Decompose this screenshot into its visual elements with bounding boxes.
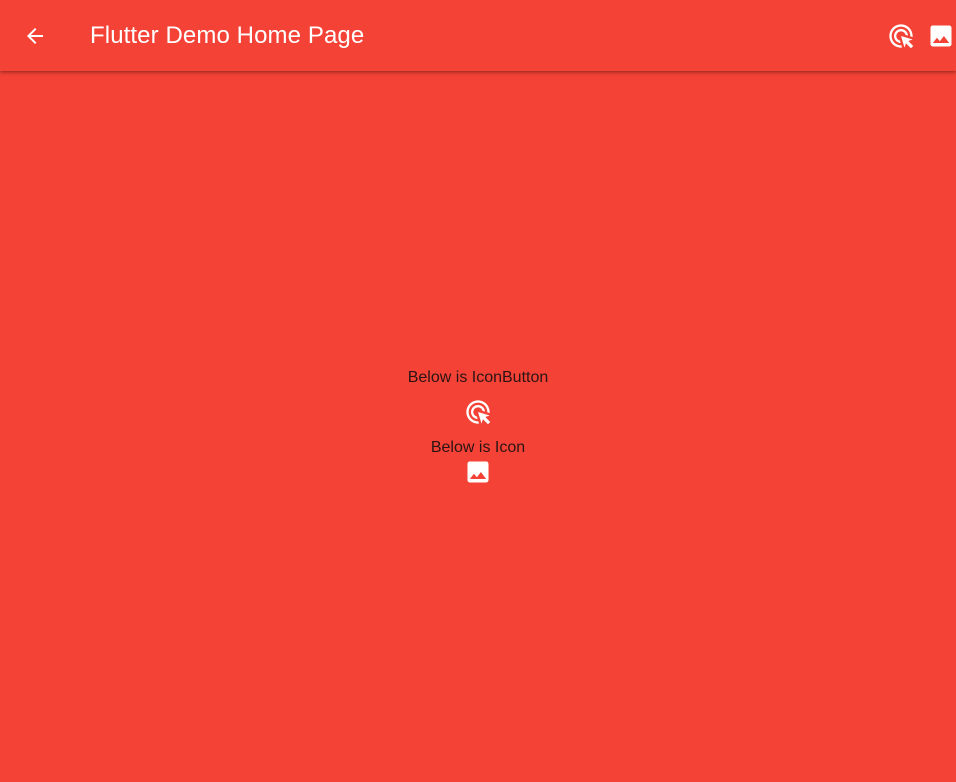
image-icon	[464, 458, 492, 486]
body-area	[0, 71, 956, 782]
center-icon-button[interactable]	[464, 398, 492, 426]
arrow-back-icon	[23, 24, 47, 48]
icon-button-caption: Below is IconButton	[407, 369, 549, 386]
ads-click-icon	[887, 22, 915, 50]
ads-click-action-button[interactable]	[886, 20, 916, 52]
icon-caption: Below is Icon	[430, 439, 526, 456]
back-button[interactable]	[14, 16, 56, 56]
center-image-icon-wrapper	[464, 458, 492, 486]
app-bar: Flutter Demo Home Page	[0, 0, 956, 71]
image-action-button[interactable]	[926, 20, 956, 52]
ads-click-icon	[464, 398, 492, 426]
image-icon	[927, 22, 955, 50]
page-title: Flutter Demo Home Page	[90, 22, 365, 49]
